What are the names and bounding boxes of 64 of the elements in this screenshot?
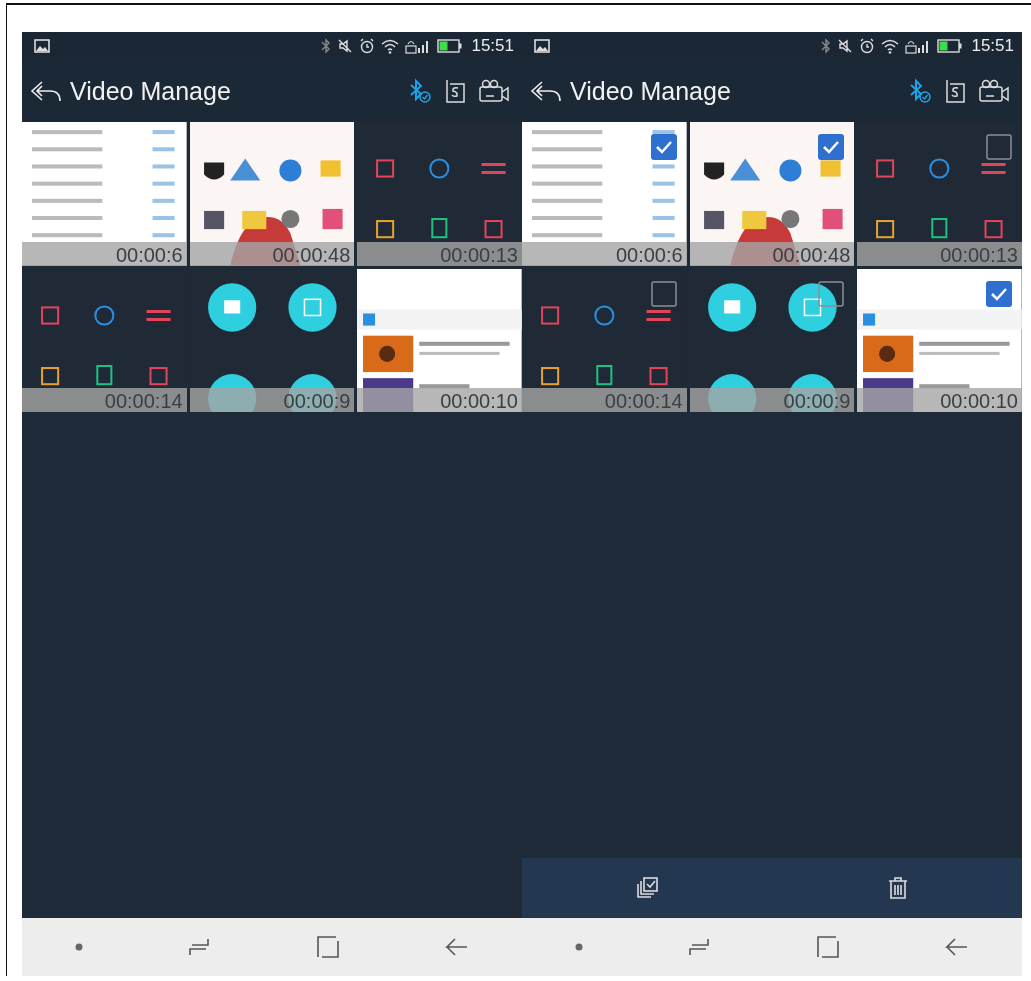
bluetooth-icon [321,38,332,54]
dot-icon[interactable] [74,943,83,951]
video-duration: 00:00:9 [689,388,855,412]
mute-icon [337,38,354,54]
mute-icon [837,38,854,54]
video-duration: 00:00:10 [857,388,1022,412]
alarm-icon [359,38,376,54]
alarm-icon [859,38,876,54]
back-icon[interactable] [30,79,62,103]
screen-title: Video Manage [70,76,231,106]
clock-time: 15:51 [471,36,514,56]
video-duration: 00:00:6 [22,241,187,266]
video-camera-icon[interactable] [978,79,1010,103]
video-duration: 00:00:10 [357,388,522,412]
wifi-icon [381,38,400,54]
back-icon[interactable] [445,937,470,957]
video-thumbnail[interactable]: 00:00:10 [857,268,1022,412]
video-duration: 00:00:13 [357,241,522,266]
recent-apps-icon[interactable] [188,937,211,957]
sd-card-icon[interactable] [444,78,466,104]
video-thumbnail[interactable]: 00:00:13 [857,122,1022,266]
video-duration: 00:00:48 [689,241,855,266]
video-thumbnail[interactable]: 00:00:14 [22,268,187,412]
video-duration: 00:00:14 [522,388,687,412]
video-thumbnail[interactable]: 00:00:48 [189,122,355,266]
checkbox[interactable] [650,280,677,307]
battery-icon [937,39,964,53]
video-thumbnail[interactable]: 00:00:6 [522,122,687,266]
checkbox[interactable] [986,134,1012,160]
bluetooth-icon[interactable] [908,78,932,104]
bluetooth-icon [821,38,832,54]
home-icon[interactable] [815,935,840,959]
recent-apps-icon[interactable] [688,937,711,957]
back-icon[interactable] [530,79,562,103]
clock-time: 15:51 [971,36,1014,56]
select-all-icon[interactable] [635,876,660,900]
video-duration: 00:00:14 [22,388,187,412]
wifi-icon [881,38,900,54]
trash-icon[interactable] [886,876,909,900]
screen-title: Video Manage [570,76,731,106]
video-camera-icon[interactable] [478,79,510,103]
checkbox[interactable] [818,134,845,160]
video-thumbnail[interactable]: 00:00:48 [689,122,855,266]
video-thumbnail[interactable]: 00:00:10 [357,268,522,412]
video-duration: 00:00:6 [522,241,687,266]
image-icon [534,39,550,53]
video-duration: 00:00:48 [189,241,355,266]
video-thumbnail[interactable]: 00:00:14 [522,268,687,412]
battery-icon [437,39,464,53]
video-thumbnail[interactable]: 00:00:9 [689,268,855,412]
video-duration: 00:00:13 [857,241,1022,266]
checkbox[interactable] [986,280,1012,307]
checkbox[interactable] [818,280,845,307]
sd-card-icon[interactable] [944,78,966,104]
checkbox[interactable] [650,134,677,160]
dot-icon[interactable] [574,943,583,951]
video-thumbnail[interactable]: 00:00:9 [189,268,355,412]
back-icon[interactable] [945,937,970,957]
image-icon [34,39,50,53]
bluetooth-icon[interactable] [408,78,432,104]
video-duration: 00:00:9 [189,388,355,412]
video-thumbnail[interactable]: 00:00:13 [357,122,522,266]
home-icon[interactable] [315,935,340,959]
video-thumbnail[interactable]: 00:00:6 [22,122,187,266]
